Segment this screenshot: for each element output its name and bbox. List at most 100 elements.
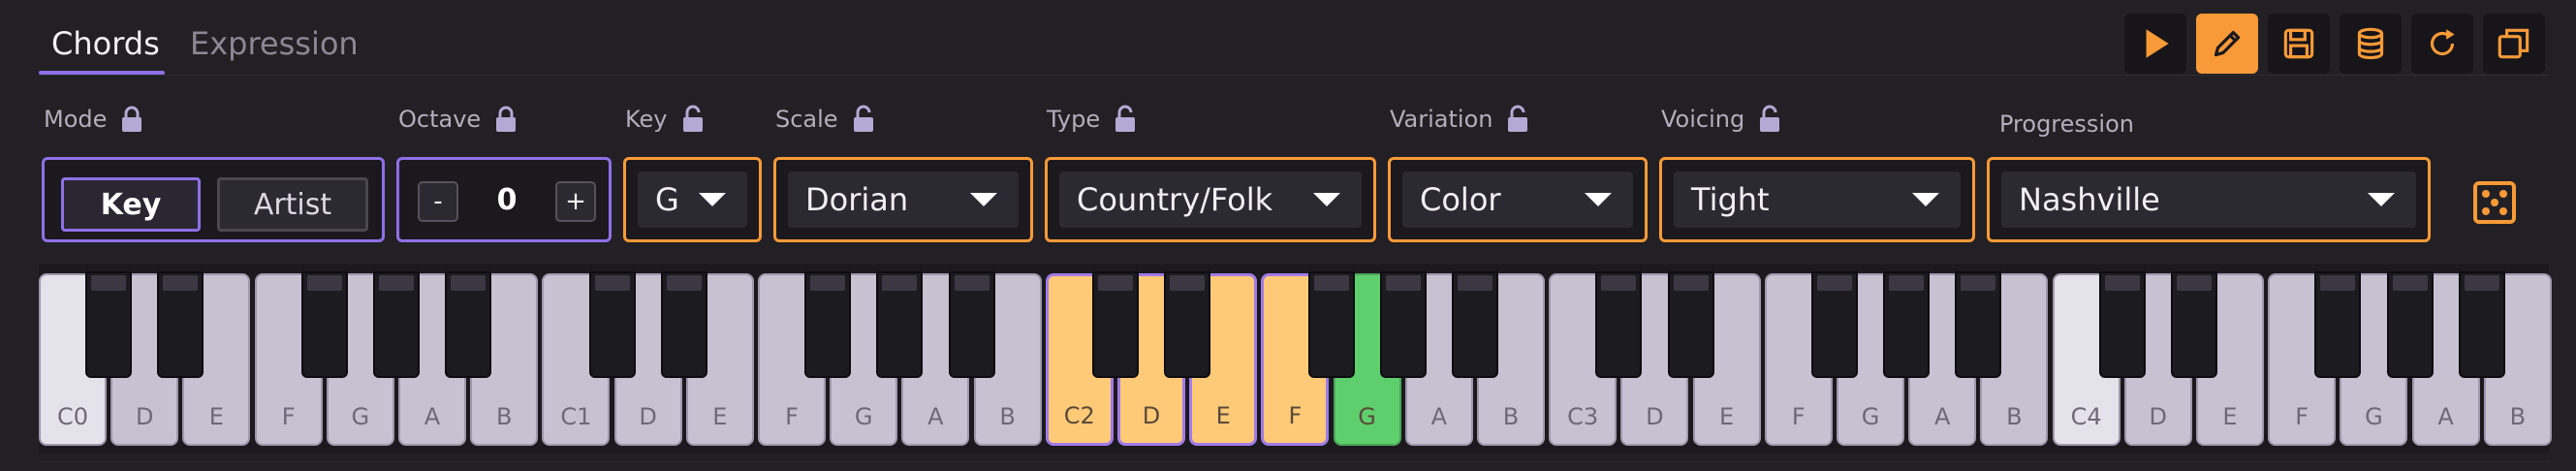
piano-key-label: E [1719,403,1735,430]
pencil-icon [2214,30,2241,57]
piano-black-key[interactable] [1595,271,1643,378]
mode-key-button[interactable]: Key [61,177,201,232]
octave-decrement-button[interactable]: - [418,181,458,222]
save-button[interactable] [2268,14,2330,74]
scale-value: Dorian [805,181,909,218]
piano-key-label: D [639,403,657,430]
piano-black-key[interactable] [300,271,348,378]
piano-black-key[interactable] [1452,271,1498,378]
piano-black-key[interactable] [876,271,924,378]
piano-key-label: C2 [1063,402,1095,429]
control-labels: Mode Octave Key Scale Type Variation Voi… [0,105,2576,143]
unlock-icon[interactable] [1504,105,1531,134]
piano-key-label: G [1861,403,1880,430]
chords-panel: Chords Expression Mode Octave Key Scale … [0,0,2576,471]
piano-black-key[interactable] [445,271,492,378]
refresh-button[interactable] [2411,14,2473,74]
unlock-icon[interactable] [1112,105,1139,134]
voicing-dropdown: Tight [1659,157,1975,242]
tab-expression[interactable]: Expression [190,25,359,62]
piano-key-label: B [2006,403,2023,430]
variation-select[interactable]: Color [1402,172,1633,228]
piano-black-key[interactable] [588,271,636,378]
piano-black-key[interactable] [1955,271,2002,378]
toolbar [2124,14,2576,74]
chevron-down-icon [699,193,726,206]
piano-black-key[interactable] [373,271,420,378]
piano-black-key[interactable] [157,271,204,378]
piano-black-key[interactable] [2171,271,2217,378]
piano-key-label: C0 [56,403,89,430]
piano-black-key[interactable] [1164,271,1211,378]
piano-black-key[interactable] [1883,271,1931,378]
variation-value: Color [1420,181,1501,218]
piano-key-label: C1 [560,403,592,430]
progression-dropdown: Nashville [1987,157,2431,242]
piano-key-label: A [1933,403,1951,430]
mode-selector: Key Artist [42,157,385,242]
unlock-icon[interactable] [850,105,877,134]
piano-key-label: E [208,403,224,430]
chevron-down-icon [1912,193,1939,206]
piano-key-label: A [927,403,944,430]
octave-stepper: - 0 + [396,157,612,242]
chevron-down-icon [970,193,997,206]
database-button[interactable] [2340,14,2402,74]
unlock-icon[interactable] [1756,105,1783,134]
piano-black-key[interactable] [2386,271,2434,378]
piano-black-key[interactable] [660,271,707,378]
chevron-down-icon [2368,193,2395,206]
piano-black-key[interactable] [2458,271,2505,378]
unlock-icon[interactable] [679,105,707,134]
scale-select[interactable]: Dorian [788,172,1019,228]
piano-key-label: A [2437,403,2454,430]
piano-key-label: B [1502,403,1520,430]
piano-black-key[interactable] [1379,271,1427,378]
piano-key-label: A [424,403,441,430]
scale-dropdown: Dorian [773,157,1033,242]
database-icon [2357,27,2384,60]
piano-black-key[interactable] [804,271,852,378]
piano-key-label: F [785,403,799,430]
piano-black-key[interactable] [2314,271,2362,378]
progression-value: Nashville [2019,181,2160,218]
mode-label: Mode [44,105,145,134]
copy-button[interactable] [2483,14,2545,74]
lock-icon[interactable] [492,105,519,134]
piano-black-key[interactable] [2098,271,2146,378]
copy-icon [2497,28,2529,59]
variation-label: Variation [1390,105,1531,134]
type-select[interactable]: Country/Folk [1059,172,1362,228]
mode-artist-button[interactable]: Artist [217,177,368,232]
play-button[interactable] [2124,14,2186,74]
progression-select[interactable]: Nashville [2001,172,2416,228]
octave-label: Octave [398,105,519,134]
edit-button[interactable] [2196,14,2258,74]
key-label: Key [625,105,707,134]
lock-icon[interactable] [118,105,145,134]
dice-icon[interactable] [2472,180,2517,225]
piano-key-label: B [999,403,1016,430]
piano-keyboard: C0 D E F G A B C1 D E F G A B C2 D E F G A B C3 D E F G A B C4 D E F G A B [39,264,2552,454]
type-value: Country/Folk [1077,181,1273,218]
piano-black-key[interactable] [1811,271,1858,378]
key-select[interactable]: G [638,172,747,228]
piano-black-key[interactable] [948,271,995,378]
piano-key-label: F [1288,402,1303,429]
tab-chords[interactable]: Chords [51,25,160,62]
piano-key-label: D [135,403,154,430]
voicing-select[interactable]: Tight [1674,172,1961,228]
piano-black-key[interactable] [85,271,133,378]
piano-black-key[interactable] [1307,271,1355,378]
piano-key-label: E [2222,403,2238,430]
piano-key-label: E [712,403,728,430]
piano-black-key[interactable] [1667,271,1714,378]
piano-key-label: B [2509,403,2527,430]
key-dropdown: G [623,157,762,242]
piano-black-key[interactable] [1092,271,1139,378]
piano-key-label: G [2365,403,2383,430]
refresh-icon [2430,29,2455,56]
octave-value: 0 [496,183,518,217]
voicing-value: Tight [1691,181,1770,218]
octave-increment-button[interactable]: + [555,181,596,222]
